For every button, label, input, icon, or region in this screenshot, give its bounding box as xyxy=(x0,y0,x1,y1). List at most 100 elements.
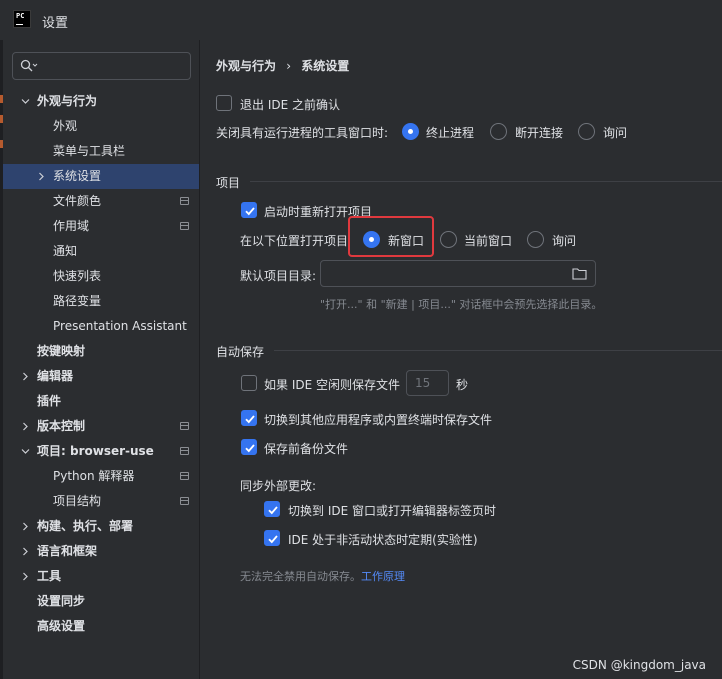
sidebar-item[interactable]: Presentation Assistant xyxy=(3,314,199,339)
sidebar-item-label: 外观与行为 xyxy=(37,94,98,108)
chevron-down-icon[interactable] xyxy=(21,97,30,106)
sidebar-item[interactable]: 语言和框架 xyxy=(3,539,199,564)
checkmark-icon xyxy=(245,415,255,424)
open-ask-radio[interactable] xyxy=(527,231,544,248)
idle-save-checkbox[interactable] xyxy=(241,375,257,391)
confirm-exit-label[interactable]: 退出 IDE 之前确认 xyxy=(240,96,340,113)
sidebar-item[interactable]: 通知 xyxy=(3,239,199,264)
chevron-right-icon[interactable] xyxy=(37,172,46,181)
open-current-window-radio[interactable] xyxy=(440,231,457,248)
save-on-switch-checkbox[interactable] xyxy=(241,410,257,426)
how-it-works-link[interactable]: 工作原理 xyxy=(361,570,405,583)
sidebar-item[interactable]: 外观与行为 xyxy=(3,89,199,114)
sidebar-item[interactable]: 按键映射 xyxy=(3,339,199,364)
idle-save-label[interactable]: 如果 IDE 空闲则保存文件 xyxy=(264,376,400,393)
default-dir-input[interactable] xyxy=(320,260,596,287)
confirm-exit-checkbox[interactable] xyxy=(216,95,232,111)
breadcrumb: 外观与行为 › 系统设置 xyxy=(216,57,349,74)
sidebar-item[interactable]: 项目结构 xyxy=(3,489,199,514)
backup-before-save-label[interactable]: 保存前备份文件 xyxy=(264,440,348,457)
backup-before-save-checkbox[interactable] xyxy=(241,439,257,455)
project-level-icon xyxy=(180,447,189,455)
sync-periodic-checkbox[interactable] xyxy=(264,530,280,546)
sidebar-item[interactable]: 编辑器 xyxy=(3,364,199,389)
autosave-note: 无法完全禁用自动保存。工作原理 xyxy=(240,568,405,584)
window-title: 设置 xyxy=(42,16,69,31)
sidebar-item-label: 设置同步 xyxy=(37,594,86,608)
sidebar-item-label: 项目: browser-use xyxy=(37,444,154,458)
settings-sidebar: 外观与行为外观菜单与工具栏系统设置 文件颜色 作用域通知快速列表路径变量 Presen… xyxy=(3,40,199,679)
sidebar-item-label: 按键映射 xyxy=(37,344,86,358)
sidebar-item[interactable]: 工具 xyxy=(3,564,199,589)
project-level-icon xyxy=(180,197,189,205)
close-process-ask-label[interactable]: 询问 xyxy=(603,124,627,141)
sidebar-item[interactable]: 构建、执行、部署 xyxy=(3,514,199,539)
breadcrumb-separator: › xyxy=(286,59,292,73)
sync-periodic-label[interactable]: IDE 处于非活动状态时定期(实验性) xyxy=(288,531,478,548)
checkmark-icon xyxy=(268,535,278,544)
default-dir-label: 默认项目目录: xyxy=(240,269,317,283)
sidebar-item-label: 编辑器 xyxy=(37,369,74,383)
sidebar-item[interactable]: 插件 xyxy=(3,389,199,414)
settings-search-input[interactable] xyxy=(12,52,191,80)
sidebar-item-label: 构建、执行、部署 xyxy=(37,519,134,533)
sidebar-item[interactable]: Python 解释器 xyxy=(3,464,199,489)
checkmark-icon xyxy=(245,444,255,453)
close-process-terminate-label[interactable]: 终止进程 xyxy=(426,124,474,141)
sidebar-item[interactable]: 系统设置 xyxy=(3,164,199,189)
sidebar-item[interactable]: 文件颜色 xyxy=(3,189,199,214)
chevron-down-icon[interactable] xyxy=(21,447,30,456)
close-process-disconnect-radio[interactable] xyxy=(490,123,507,140)
reopen-projects-checkbox[interactable] xyxy=(241,202,257,218)
checkmark-icon xyxy=(268,506,278,515)
close-process-ask-radio[interactable] xyxy=(578,123,595,140)
sidebar-item-label: Python 解释器 xyxy=(53,469,135,483)
sidebar-item[interactable]: 快速列表 xyxy=(3,264,199,289)
project-level-icon xyxy=(180,422,189,430)
autosave-note-text: 无法完全禁用自动保存。 xyxy=(240,570,361,583)
project-level-icon xyxy=(180,472,189,480)
open-project-in-label: 在以下位置打开项目 xyxy=(240,234,349,248)
folder-icon[interactable] xyxy=(572,267,587,280)
sidebar-item-label: Presentation Assistant xyxy=(53,319,187,333)
sidebar-item-label: 快速列表 xyxy=(53,269,102,283)
chevron-right-icon[interactable] xyxy=(21,372,30,381)
sidebar-item[interactable]: 作用域 xyxy=(3,214,199,239)
chevron-right-icon[interactable] xyxy=(21,522,30,531)
open-ask-label[interactable]: 询问 xyxy=(552,232,576,249)
sidebar-item-label: 通知 xyxy=(53,244,78,258)
save-on-switch-label[interactable]: 切换到其他应用程序或内置终端时保存文件 xyxy=(264,411,492,428)
settings-content: 外观与行为 › 系统设置 退出 IDE 之前确认 关闭具有运行进程的工具窗口时:… xyxy=(200,40,722,679)
chevron-right-icon[interactable] xyxy=(21,547,30,556)
sidebar-item[interactable]: 路径变量 xyxy=(3,289,199,314)
title-bar: PC 设置 xyxy=(0,0,722,40)
sidebar-item-label: 菜单与工具栏 xyxy=(53,144,126,158)
close-process-disconnect-label[interactable]: 断开连接 xyxy=(515,124,563,141)
sidebar-item[interactable]: 设置同步 xyxy=(3,589,199,614)
close-process-terminate-radio[interactable] xyxy=(402,123,419,140)
sidebar-item-label: 高级设置 xyxy=(37,619,86,633)
autosave-section-divider xyxy=(274,350,722,351)
sidebar-item[interactable]: 项目: browser-use xyxy=(3,439,199,464)
sidebar-item-label: 语言和框架 xyxy=(37,544,98,558)
sidebar-item[interactable]: 版本控制 xyxy=(3,414,199,439)
idle-seconds-input[interactable]: 15 xyxy=(406,370,449,396)
sync-on-switch-label[interactable]: 切换到 IDE 窗口或打开编辑器标签页时 xyxy=(288,502,496,519)
sidebar-item[interactable]: 外观 xyxy=(3,114,199,139)
sidebar-item-label: 外观 xyxy=(53,119,78,133)
open-current-window-label[interactable]: 当前窗口 xyxy=(464,232,512,249)
breadcrumb-current: 系统设置 xyxy=(301,59,350,73)
chevron-right-icon[interactable] xyxy=(21,572,30,581)
chevron-right-icon[interactable] xyxy=(21,422,30,431)
sidebar-item[interactable]: 菜单与工具栏 xyxy=(3,139,199,164)
project-section-divider xyxy=(250,181,722,182)
sidebar-item-label: 路径变量 xyxy=(53,294,102,308)
sync-on-switch-checkbox[interactable] xyxy=(264,501,280,517)
breadcrumb-parent[interactable]: 外观与行为 xyxy=(216,59,276,73)
sidebar-item[interactable]: 高级设置 xyxy=(3,614,199,639)
sidebar-item-label: 项目结构 xyxy=(53,494,102,508)
annotation-highlight-box xyxy=(348,216,434,257)
project-level-icon xyxy=(180,222,189,230)
pycharm-app-icon: PC xyxy=(13,10,31,28)
watermark: CSDN @kingdom_java xyxy=(572,658,706,672)
